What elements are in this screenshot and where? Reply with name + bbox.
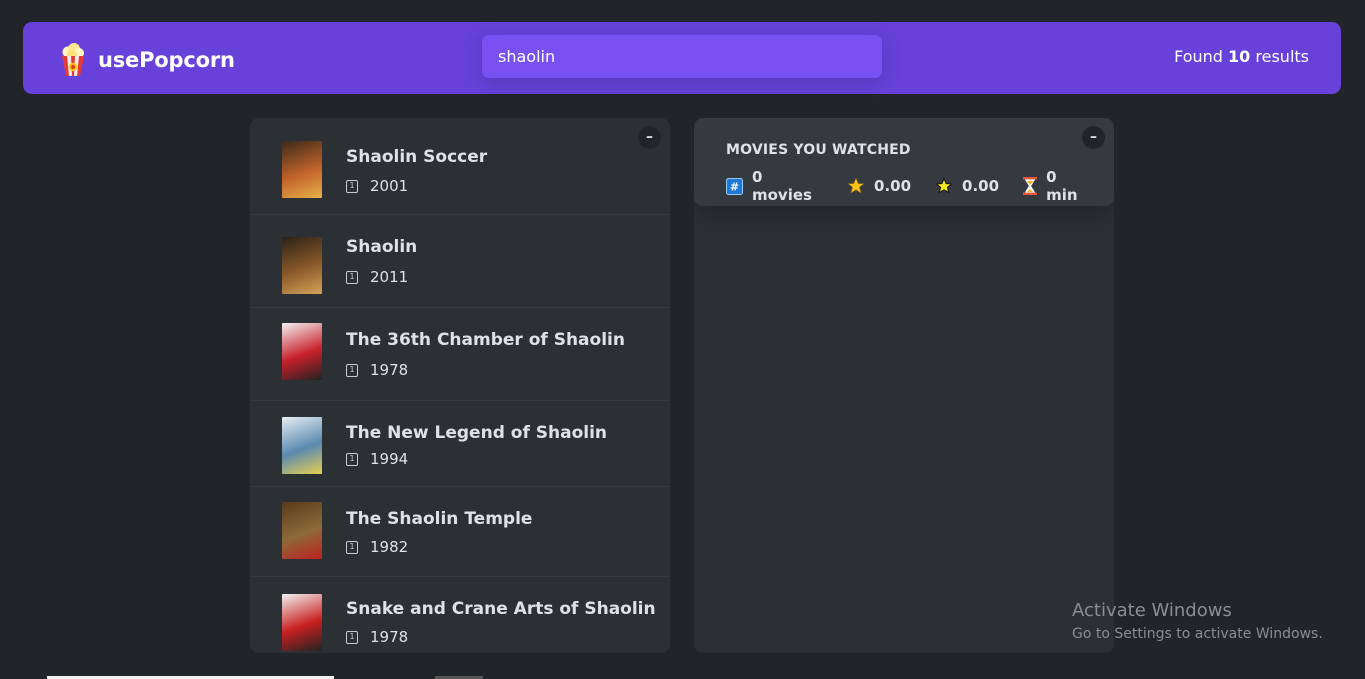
nav-bar: usePopcorn Found 10 results — [23, 22, 1341, 94]
stat-runtime-value: 0 min — [1046, 168, 1078, 204]
movie-year-value: 2001 — [370, 177, 409, 195]
results-prefix: Found — [1174, 47, 1229, 66]
movie-poster — [282, 417, 322, 474]
hash-icon: # — [726, 177, 743, 195]
movie-list-item[interactable]: Snake and Crane Arts of Shaolin 1 1978 — [250, 577, 670, 653]
movie-list-item[interactable]: Shaolin 1 2011 — [250, 215, 670, 308]
movie-list-item[interactable]: Shaolin Soccer 1 2001 — [250, 118, 670, 215]
movie-year: 1 2001 — [346, 177, 408, 195]
calendar-icon: 1 — [346, 452, 358, 466]
movie-poster — [282, 323, 322, 380]
calendar-icon: 1 — [346, 270, 358, 284]
results-suffix: results — [1250, 47, 1309, 66]
movie-list-item[interactable]: The New Legend of Shaolin 1 1994 — [250, 401, 670, 487]
activate-windows-subtitle: Go to Settings to activate Windows. — [1072, 626, 1323, 642]
collapse-list-button[interactable]: – — [638, 126, 661, 149]
stat-imdb-rating: 0.00 — [847, 177, 911, 195]
activate-windows-title: Activate Windows — [1072, 600, 1232, 621]
movie-title: The 36th Chamber of Shaolin — [346, 330, 625, 350]
movie-year: 1 1982 — [346, 538, 408, 556]
popcorn-icon — [59, 43, 87, 77]
search-input[interactable] — [482, 35, 882, 78]
movie-year-value: 1978 — [370, 361, 409, 379]
results-number: 10 — [1228, 47, 1251, 66]
hourglass-icon — [1023, 177, 1038, 195]
svg-text:#: # — [730, 180, 739, 193]
watched-heading: MOVIES YOU WATCHED — [726, 142, 911, 158]
watched-panel: – MOVIES YOU WATCHED # 0 movies 0.00 0.0… — [694, 118, 1114, 653]
watched-stats: # 0 movies 0.00 0.00 0 min — [726, 168, 1114, 204]
stat-movies-value: 0 movies — [752, 168, 812, 204]
movie-title: Shaolin Soccer — [346, 147, 488, 167]
star-icon — [847, 177, 865, 195]
movie-year-value: 1994 — [370, 450, 409, 468]
stat-user-value: 0.00 — [962, 177, 1000, 195]
movie-year: 1 1978 — [346, 628, 408, 646]
movie-title: The New Legend of Shaolin — [346, 423, 608, 443]
glowing-star-icon — [935, 177, 954, 195]
calendar-icon: 1 — [346, 179, 358, 193]
stat-user-rating: 0.00 — [935, 177, 999, 195]
movie-title: The Shaolin Temple — [346, 509, 533, 529]
movie-year-value: 2011 — [370, 268, 409, 286]
calendar-icon: 1 — [346, 540, 358, 554]
movie-poster — [282, 502, 322, 559]
movie-year-value: 1982 — [370, 538, 409, 556]
movie-list: Shaolin Soccer 1 2001 Shaolin 1 2011 The 36th … — [250, 118, 670, 653]
calendar-icon: 1 — [346, 630, 358, 644]
movie-poster — [282, 237, 322, 294]
results-count: Found 10 results — [1174, 47, 1309, 66]
movie-title: Snake and Crane Arts of Shaolin — [346, 599, 656, 619]
stat-imdb-value: 0.00 — [874, 177, 912, 195]
stat-runtime: 0 min — [1023, 168, 1090, 204]
movie-list-panel: – Shaolin Soccer 1 2001 Shaolin 1 2011 The 36t… — [250, 118, 670, 653]
logo: usePopcorn — [59, 43, 235, 77]
calendar-icon: 1 — [346, 363, 358, 377]
movie-poster — [282, 594, 322, 651]
movie-year: 1 1994 — [346, 450, 408, 468]
movie-list-item[interactable]: The Shaolin Temple 1 1982 — [250, 487, 670, 577]
movie-year-value: 1978 — [370, 628, 409, 646]
movie-year: 1 2011 — [346, 268, 408, 286]
movie-poster — [282, 141, 322, 198]
watched-summary: MOVIES YOU WATCHED # 0 movies 0.00 0.00 — [694, 118, 1114, 206]
app-title: usePopcorn — [98, 48, 235, 72]
collapse-watched-button[interactable]: – — [1082, 126, 1105, 149]
movie-title: Shaolin — [346, 237, 418, 257]
movie-list-item[interactable]: The 36th Chamber of Shaolin 1 1978 — [250, 308, 670, 401]
movie-year: 1 1978 — [346, 361, 408, 379]
stat-movies: # 0 movies — [726, 168, 823, 204]
